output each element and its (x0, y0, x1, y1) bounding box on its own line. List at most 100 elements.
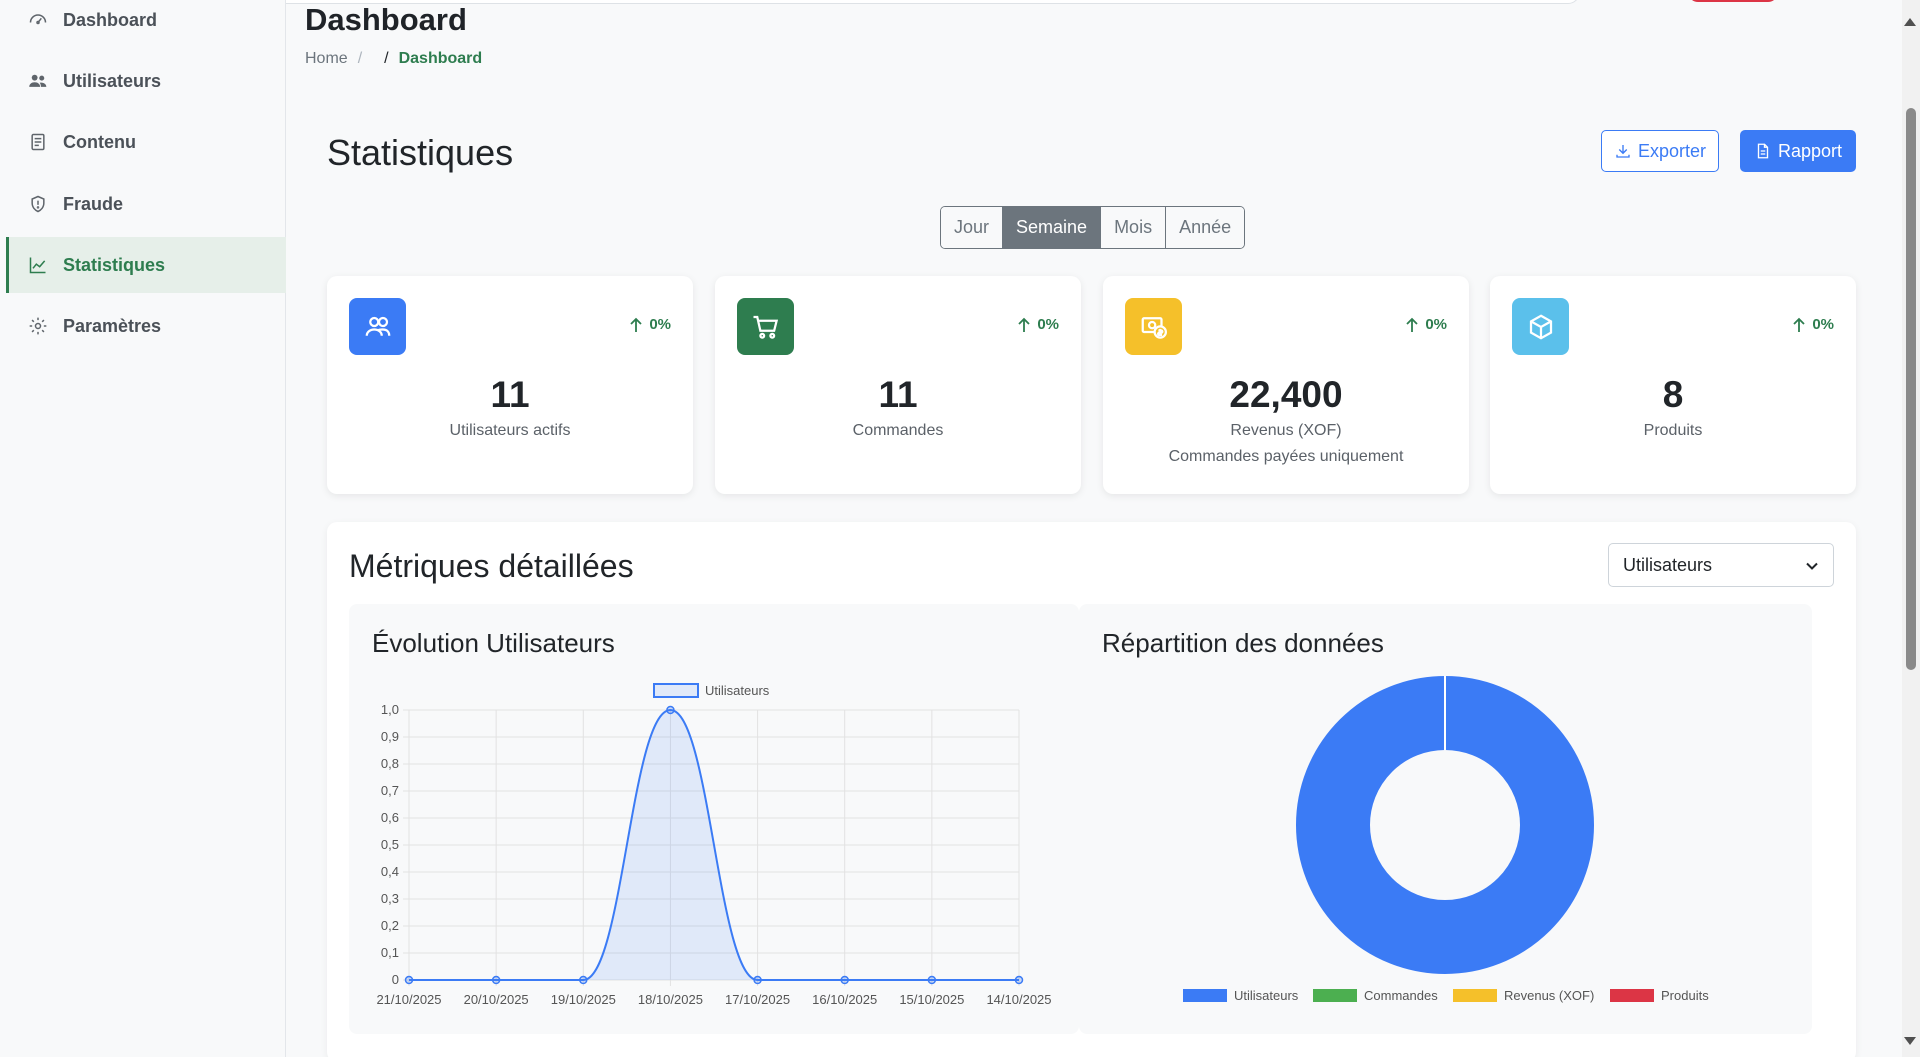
data-point[interactable] (753, 975, 762, 985)
donut-chart-card: Répartition des données Utilisateurs Comm… (1079, 604, 1812, 1034)
y-tick-label: 0 (392, 972, 399, 987)
data-point[interactable] (1014, 975, 1024, 985)
kpi-label: Commandes (852, 422, 944, 439)
kpi-card-users: 0% 11 Utilisateurs actifs (327, 276, 693, 494)
x-tick-label: 17/10/2025 (725, 992, 790, 1007)
y-tick-label: 0,7 (381, 783, 399, 798)
sidebar-item-contenu[interactable]: Contenu (6, 114, 286, 170)
export-button-label: Exporter (1637, 140, 1707, 161)
sidebar-item-label: Fraude (63, 193, 124, 214)
kpi-change-value: 0% (1812, 316, 1834, 333)
sidebar-item-dashboard[interactable]: Dashboard (6, 0, 286, 48)
x-tick-label: 16/10/2025 (812, 992, 877, 1007)
legend-label[interactable]: Produits (1661, 988, 1709, 1003)
sidebar-item-label: Contenu (63, 131, 136, 152)
report-button-label: Rapport (1777, 140, 1843, 161)
period-button-jour[interactable]: Jour (941, 207, 1004, 248)
x-tick-label: 20/10/2025 (464, 992, 529, 1007)
chart-line-icon (27, 254, 49, 276)
kpi-label: Utilisateurs actifs (449, 422, 571, 439)
period-button-semaine[interactable]: Semaine (1003, 207, 1102, 248)
data-point[interactable] (927, 975, 937, 985)
legend-label[interactable]: Utilisateurs (1234, 988, 1299, 1003)
x-tick-label: 15/10/2025 (899, 992, 964, 1007)
legend-swatch (1183, 989, 1227, 1002)
y-tick-label: 0,4 (381, 864, 399, 879)
x-tick-label: 19/10/2025 (551, 992, 616, 1007)
legend-swatch (1610, 989, 1654, 1002)
legend-label[interactable]: Commandes (1364, 988, 1438, 1003)
cart-icon (737, 298, 794, 355)
sidebar-item-fraude[interactable]: Fraude (6, 176, 286, 232)
period-selector: Jour Semaine Mois Année (940, 206, 1246, 249)
breadcrumb: Home / / Dashboard (305, 50, 482, 68)
breadcrumb-separator: / (357, 50, 363, 67)
page-title: Dashboard (305, 2, 467, 37)
legend-label[interactable]: Utilisateurs (705, 683, 770, 698)
kpi-change: 0% (629, 316, 671, 333)
data-point[interactable] (404, 975, 414, 985)
legend-swatch (653, 683, 699, 698)
kpi-value: 8 (1662, 374, 1684, 415)
period-button-annee[interactable]: Année (1166, 207, 1245, 248)
scroll-down-arrow[interactable] (1904, 1037, 1916, 1045)
sidebar-item-label: Paramètres (63, 315, 162, 336)
donut-chart: Utilisateurs Commandes Revenus (XOF) Produi… (1183, 676, 1709, 1003)
x-tick-label: 14/10/2025 (986, 992, 1051, 1007)
export-button[interactable]: Exporter (1601, 130, 1719, 172)
kpi-card-revenue: 0% 22,400 Revenus (XOF) Commandes payées… (1103, 276, 1469, 494)
y-tick-label: 0,3 (381, 891, 399, 906)
report-button[interactable]: Rapport (1740, 130, 1856, 172)
sidebar-item-parametres[interactable]: Paramètres (6, 298, 286, 354)
arrow-up-icon (1793, 317, 1805, 332)
y-tick-label: 0,8 (381, 756, 399, 771)
y-tick-label: 1,0 (381, 702, 399, 717)
kpi-sublabel: Commandes payées uniquement (1168, 448, 1404, 465)
legend-swatch (1453, 989, 1497, 1002)
period-button-mois[interactable]: Mois (1101, 207, 1167, 248)
document-icon (1757, 143, 1769, 159)
sidebar-item-label: Statistiques (63, 254, 166, 275)
download-icon (1616, 145, 1630, 158)
y-tick-label: 0,5 (381, 837, 399, 852)
line-chart: 0 0,1 0,2 0,3 0,4 0,5 0,6 0,7 0,8 0,9 1,0 21/10/202… (376, 683, 1052, 1007)
users-icon (349, 298, 406, 355)
kpi-change-value: 0% (649, 316, 671, 333)
data-point[interactable] (491, 975, 501, 985)
breadcrumb-home-link[interactable]: Home (305, 50, 348, 68)
y-tick-label: 0,9 (381, 729, 399, 744)
kpi-card-products: 0% 8 Produits (1490, 276, 1856, 494)
scroll-thumb[interactable] (1906, 108, 1916, 670)
metrics-panel: Métriques détaillées Utilisateurs Évolut… (327, 522, 1856, 1057)
chevron-down-icon (1806, 562, 1818, 570)
metric-select[interactable]: Utilisateurs (1608, 543, 1834, 587)
shield-icon (27, 193, 49, 215)
kpi-label: Revenus (XOF) (1230, 422, 1342, 439)
page-scrollbar[interactable] (1902, 0, 1920, 1057)
kpi-change-value: 0% (1037, 316, 1059, 333)
metric-select-value: Utilisateurs (1623, 554, 1713, 575)
gear-icon (27, 315, 49, 337)
kpi-value: 11 (878, 374, 918, 415)
breadcrumb-current: Dashboard (398, 50, 483, 67)
sidebar-item-utilisateurs[interactable]: Utilisateurs (6, 53, 286, 109)
document-icon (27, 131, 49, 153)
logout-button[interactable] (1688, 0, 1778, 2)
breadcrumb-separator: / (384, 50, 389, 67)
kpi-change: 0% (1405, 316, 1447, 333)
metrics-title: Métriques détaillées (349, 548, 634, 584)
scroll-up-arrow[interactable] (1904, 18, 1916, 26)
legend-label[interactable]: Revenus (XOF) (1504, 988, 1594, 1003)
sidebar-item-statistiques[interactable]: Statistiques (6, 237, 286, 293)
data-point[interactable] (666, 705, 675, 715)
sidebar-item-label: Dashboard (63, 9, 158, 30)
users-icon (27, 70, 49, 92)
data-point[interactable] (840, 975, 849, 985)
x-tick-label: 21/10/2025 (376, 992, 441, 1007)
box-icon (1512, 298, 1569, 355)
kpi-card-orders: 0% 11 Commandes (715, 276, 1081, 494)
kpi-value: 22,400 (1229, 374, 1343, 415)
kpi-value: 11 (490, 374, 530, 415)
x-tick-label: 18/10/2025 (638, 992, 703, 1007)
data-point[interactable] (579, 975, 588, 985)
